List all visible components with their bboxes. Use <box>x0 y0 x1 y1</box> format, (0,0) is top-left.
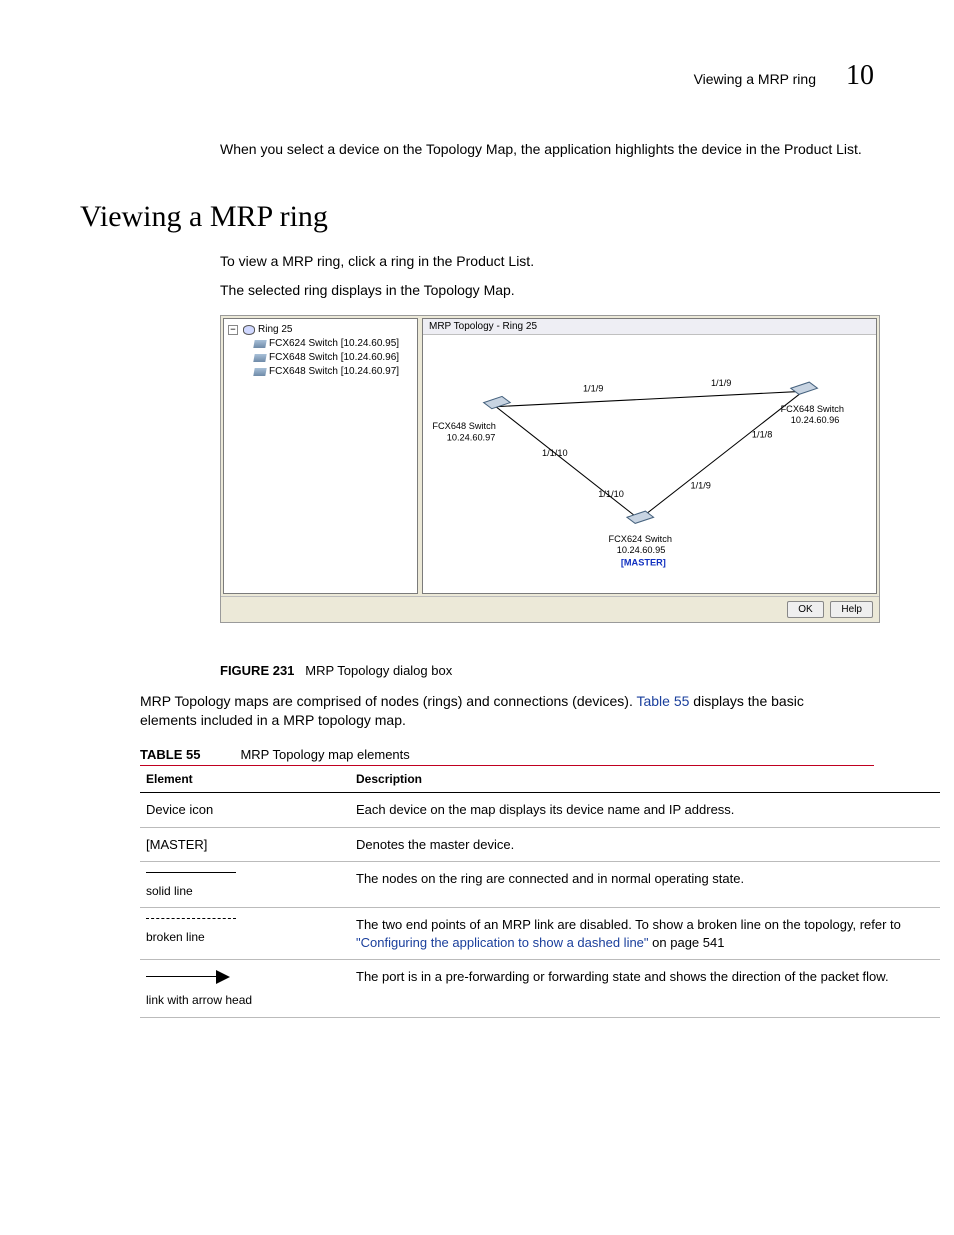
svg-text:1/1/8: 1/1/8 <box>752 429 772 439</box>
svg-text:FCX624 Switch: FCX624 Switch <box>609 534 672 544</box>
figure-title: MRP Topology dialog box <box>305 663 452 678</box>
product-list-tree[interactable]: − Ring 25 FCX624 Switch [10.24.60.95] FC… <box>223 318 418 594</box>
table-caption: TABLE 55 MRP Topology map elements <box>140 747 874 766</box>
switch-icon <box>253 368 266 376</box>
instruction-2: The selected ring displays in the Topolo… <box>220 281 874 301</box>
arrow-line-icon <box>146 970 236 984</box>
elements-table: Element Description Device icon Each dev… <box>140 766 940 1018</box>
map-title: MRP Topology - Ring 25 <box>423 319 876 335</box>
ring-icon <box>243 325 255 335</box>
switch-icon <box>253 340 266 348</box>
tree-ring-node[interactable]: − Ring 25 <box>228 323 413 337</box>
help-button[interactable]: Help <box>830 601 873 618</box>
topology-svg: 1/1/9 1/1/9 1/1/10 1/1/10 1/1/9 1/1/8 FC… <box>423 335 876 591</box>
col-description: Description <box>350 766 940 793</box>
svg-text:1/1/9: 1/1/9 <box>711 378 731 388</box>
svg-text:10.24.60.95: 10.24.60.95 <box>617 545 666 555</box>
svg-text:1/1/10: 1/1/10 <box>598 489 624 499</box>
svg-text:FCX648 Switch: FCX648 Switch <box>781 404 844 414</box>
page-header: Viewing a MRP ring 10 <box>80 60 874 92</box>
table-row: [MASTER] Denotes the master device. <box>140 827 940 862</box>
solid-line-icon <box>146 872 236 873</box>
running-header: Viewing a MRP ring <box>694 71 816 87</box>
table-title: MRP Topology map elements <box>240 747 409 762</box>
mrp-topology-dialog: − Ring 25 FCX624 Switch [10.24.60.95] FC… <box>220 315 880 623</box>
intro-paragraph: When you select a device on the Topology… <box>220 140 874 160</box>
ring-label: Ring 25 <box>258 323 292 337</box>
switch-icon <box>253 354 266 362</box>
table-crossref-link[interactable]: Table 55 <box>636 693 689 709</box>
post-figure-paragraph: MRP Topology maps are comprised of nodes… <box>140 692 864 731</box>
ok-button[interactable]: OK <box>787 601 823 618</box>
svg-text:10.24.60.97: 10.24.60.97 <box>447 432 496 442</box>
figure-number: FIGURE 231 <box>220 663 294 678</box>
figure-dialog: − Ring 25 FCX624 Switch [10.24.60.95] FC… <box>220 315 874 623</box>
broken-line-icon <box>146 918 236 919</box>
tree-device-1[interactable]: FCX624 Switch [10.24.60.95] <box>254 337 413 351</box>
dialog-footer: OK Help <box>221 596 879 622</box>
table-number: TABLE 55 <box>140 747 200 762</box>
svg-text:[MASTER]: [MASTER] <box>621 557 666 567</box>
svg-text:FCX648 Switch: FCX648 Switch <box>432 421 495 431</box>
chapter-number: 10 <box>846 60 874 92</box>
svg-text:1/1/9: 1/1/9 <box>690 480 710 490</box>
topology-map[interactable]: MRP Topology - Ring 25 1/1/9 1/1/9 1/1/1… <box>422 318 877 594</box>
dashed-line-xref[interactable]: "Configuring the application to show a d… <box>356 935 649 950</box>
col-element: Element <box>140 766 350 793</box>
svg-text:10.24.60.96: 10.24.60.96 <box>791 415 840 425</box>
svg-text:1/1/9: 1/1/9 <box>583 383 603 393</box>
table-row: broken line The two end points of an MRP… <box>140 908 940 960</box>
svg-text:1/1/10: 1/1/10 <box>542 448 568 458</box>
collapse-icon[interactable]: − <box>228 325 238 335</box>
tree-device-2[interactable]: FCX648 Switch [10.24.60.96] <box>254 351 413 365</box>
instruction-1: To view a MRP ring, click a ring in the … <box>220 252 874 272</box>
table-row: link with arrow head The port is in a pr… <box>140 960 940 1017</box>
table-row: solid line The nodes on the ring are con… <box>140 862 940 908</box>
table-row: Device icon Each device on the map displ… <box>140 792 940 827</box>
tree-device-3[interactable]: FCX648 Switch [10.24.60.97] <box>254 365 413 379</box>
section-heading: Viewing a MRP ring <box>80 200 874 234</box>
figure-caption: FIGURE 231 MRP Topology dialog box <box>220 663 874 678</box>
